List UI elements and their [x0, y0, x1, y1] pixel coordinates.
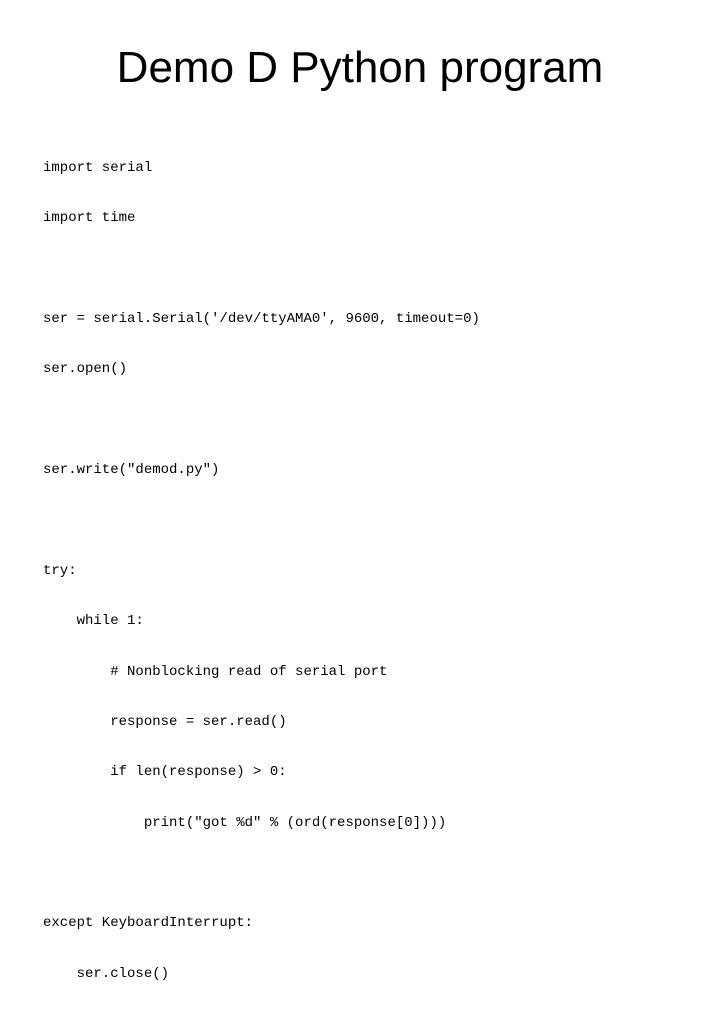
code-line: ser.write("demod.py") [43, 461, 220, 478]
slide-title: Demo D Python program [116, 43, 604, 92]
code-line: try: [43, 562, 77, 579]
code-line: ser.open() [43, 361, 128, 378]
code-line: import serial [43, 159, 153, 176]
code-block: import serial import time ser = serial.S… [43, 126, 480, 1016]
code-line: ser.close() [43, 965, 170, 982]
code-line: import time [43, 209, 136, 226]
code-line: if len(response) > 0: [43, 764, 287, 781]
slide: Demo D Python program import serial impo… [0, 0, 720, 982]
code-line: except KeyboardInterrupt: [43, 915, 254, 932]
code-line: # Nonblocking read of serial port [43, 663, 388, 680]
code-line: print("got %d" % (ord(response[0]))) [43, 814, 447, 831]
code-line: response = ser.read() [43, 713, 287, 730]
code-line: while 1: [43, 613, 144, 630]
code-line: ser = serial.Serial('/dev/ttyAMA0', 9600… [43, 310, 480, 327]
